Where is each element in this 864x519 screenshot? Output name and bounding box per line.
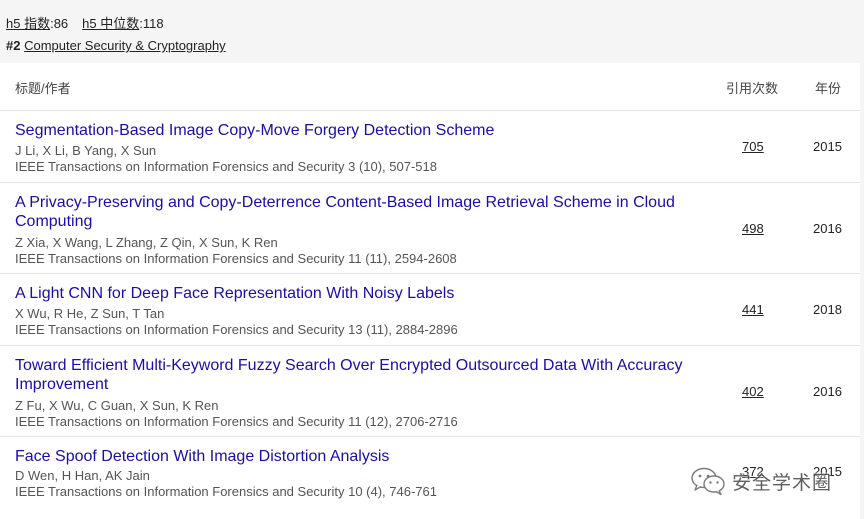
header-title-author: 标题/作者 <box>15 81 71 96</box>
paper-year: 2015 <box>813 139 842 154</box>
paper-title-link[interactable]: A Privacy-Preserving and Copy-Deterrence… <box>15 193 705 231</box>
paper-venue: IEEE Transactions on Information Forensi… <box>15 251 457 266</box>
table-row: Segmentation-Based Image Copy-Move Forge… <box>0 111 860 183</box>
category-rank: #2 <box>6 38 21 53</box>
header-year[interactable]: 年份 <box>815 78 841 97</box>
paper-authors: D Wen, H Han, AK Jain <box>15 468 150 483</box>
table-row: Toward Efficient Multi-Keyword Fuzzy Sea… <box>0 346 860 437</box>
paper-year: 2016 <box>813 221 842 236</box>
paper-venue: IEEE Transactions on Information Forensi… <box>15 159 437 174</box>
publications-table: 标题/作者 引用次数 年份 Segmentation-Based Image C… <box>0 63 860 519</box>
paper-year: 2016 <box>813 384 842 399</box>
watermark: 安全学术圈 <box>690 464 832 498</box>
paper-authors: Z Xia, X Wang, L Zhang, Z Qin, X Sun, K … <box>15 235 278 250</box>
h5-index-link[interactable]: h5 指数 <box>6 16 50 31</box>
paper-venue: IEEE Transactions on Information Forensi… <box>15 484 437 499</box>
table-header: 标题/作者 引用次数 年份 <box>0 63 860 111</box>
header-citations[interactable]: 引用次数 <box>726 78 778 97</box>
h5-metrics: h5 指数:86 h5 中位数:118 <box>6 13 164 32</box>
paper-title-link[interactable]: Toward Efficient Multi-Keyword Fuzzy Sea… <box>15 356 705 394</box>
paper-authors: Z Fu, X Wu, C Guan, X Sun, K Ren <box>15 398 219 413</box>
paper-title-link[interactable]: Face Spoof Detection With Image Distorti… <box>15 447 705 466</box>
paper-venue: IEEE Transactions on Information Forensi… <box>15 322 458 337</box>
citation-count-link[interactable]: 441 <box>742 302 764 317</box>
table-row: A Privacy-Preserving and Copy-Deterrence… <box>0 183 860 274</box>
citation-count-link[interactable]: 705 <box>742 139 764 154</box>
category-link[interactable]: Computer Security & Cryptography <box>24 38 226 53</box>
table-row: A Light CNN for Deep Face Representation… <box>0 274 860 346</box>
paper-authors: J Li, X Li, B Yang, X Sun <box>15 143 157 158</box>
journal-metrics-bar: h5 指数:86 h5 中位数:118 #2 Computer Security … <box>0 0 864 62</box>
h5-median-link[interactable]: h5 中位数 <box>82 16 139 31</box>
citation-count-link[interactable]: 402 <box>742 384 764 399</box>
paper-title-link[interactable]: Segmentation-Based Image Copy-Move Forge… <box>15 121 705 140</box>
wechat-icon <box>691 467 725 496</box>
paper-title-link[interactable]: A Light CNN for Deep Face Representation… <box>15 284 705 303</box>
paper-venue: IEEE Transactions on Information Forensi… <box>15 414 458 429</box>
h5-median-value: :118 <box>139 16 164 31</box>
paper-authors: X Wu, R He, Z Sun, T Tan <box>15 306 165 321</box>
watermark-text: 安全学术圈 <box>732 471 833 494</box>
citation-count-link[interactable]: 498 <box>742 221 764 236</box>
paper-year: 2018 <box>813 302 842 317</box>
h5-index-value: :86 <box>50 16 69 31</box>
category-ranking: #2 Computer Security & Cryptography <box>6 38 226 53</box>
